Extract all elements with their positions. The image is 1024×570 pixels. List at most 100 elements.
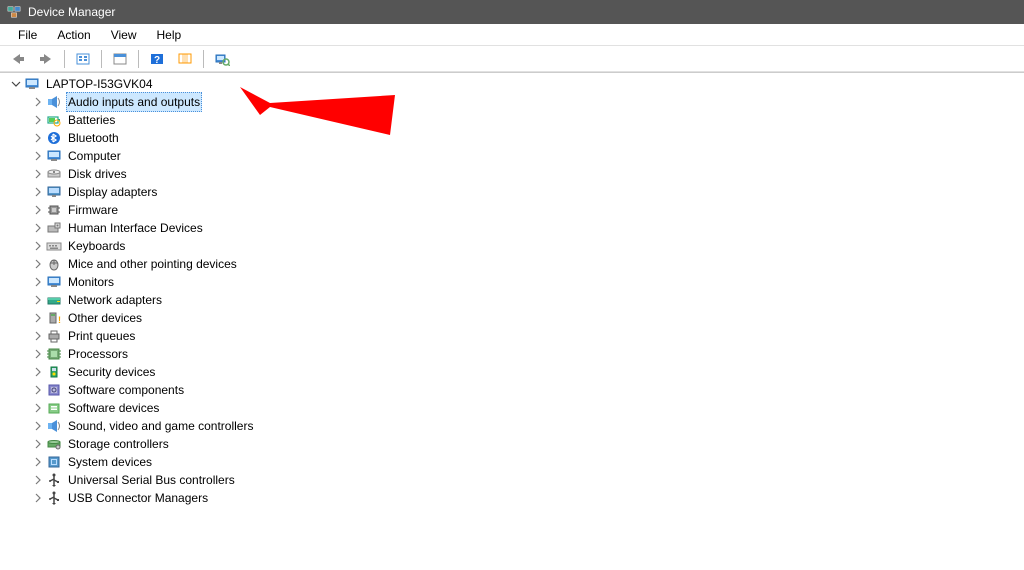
tree-item-label: Computer xyxy=(66,147,123,165)
expand-icon[interactable] xyxy=(30,130,46,146)
menu-action[interactable]: Action xyxy=(47,26,100,44)
tree-item-label: Firmware xyxy=(66,201,120,219)
tree-item-keyboards[interactable]: Keyboards xyxy=(0,237,1024,255)
cpu-icon xyxy=(46,346,62,362)
tree-item-network[interactable]: Network adapters xyxy=(0,291,1024,309)
tree-item-usbconn[interactable]: USB Connector Managers xyxy=(0,489,1024,507)
scan-button[interactable] xyxy=(210,48,234,70)
speaker-icon xyxy=(46,94,62,110)
expand-icon[interactable] xyxy=(30,310,46,326)
tree-item-storage[interactable]: Storage controllers xyxy=(0,435,1024,453)
expand-icon[interactable] xyxy=(30,418,46,434)
computer-icon xyxy=(24,76,40,92)
tree-item-label: Keyboards xyxy=(66,237,127,255)
tree-item-label: Audio inputs and outputs xyxy=(66,92,202,112)
tree-item-hid[interactable]: Human Interface Devices xyxy=(0,219,1024,237)
title-bar: Device Manager xyxy=(0,0,1024,24)
tree-item-swdev[interactable]: Software devices xyxy=(0,399,1024,417)
tree-item-label: Processors xyxy=(66,345,130,363)
expand-icon[interactable] xyxy=(30,112,46,128)
printer-icon xyxy=(46,328,62,344)
security-icon xyxy=(46,364,62,380)
tree-item-batteries[interactable]: Batteries xyxy=(0,111,1024,129)
tree-item-system[interactable]: System devices xyxy=(0,453,1024,471)
tree-item-sound[interactable]: Sound, video and game controllers xyxy=(0,417,1024,435)
mouse-icon xyxy=(46,256,62,272)
tree-item-label: Software devices xyxy=(66,399,161,417)
tree-item-label: Software components xyxy=(66,381,186,399)
expand-icon[interactable] xyxy=(30,94,46,110)
tree-item-display[interactable]: Display adapters xyxy=(0,183,1024,201)
toolbar-separator xyxy=(101,50,102,68)
tree-item-audio[interactable]: Audio inputs and outputs xyxy=(0,93,1024,111)
other-icon xyxy=(46,310,62,326)
expand-icon[interactable] xyxy=(30,328,46,344)
expand-icon[interactable] xyxy=(30,400,46,416)
tree-item-label: Storage controllers xyxy=(66,435,171,453)
bluetooth-icon xyxy=(46,130,62,146)
toolbar-separator xyxy=(138,50,139,68)
expand-icon[interactable] xyxy=(30,184,46,200)
display-settings-button[interactable] xyxy=(173,48,197,70)
expand-icon[interactable] xyxy=(30,166,46,182)
expand-icon[interactable] xyxy=(30,346,46,362)
expand-icon[interactable] xyxy=(30,292,46,308)
monitor-icon xyxy=(46,148,62,164)
tree-item-bluetooth[interactable]: Bluetooth xyxy=(0,129,1024,147)
root-label: LAPTOP-I53GVK04 xyxy=(44,75,155,93)
tree-item-print[interactable]: Print queues xyxy=(0,327,1024,345)
disk-icon xyxy=(46,166,62,182)
tree-item-swcomp[interactable]: Software components xyxy=(0,381,1024,399)
tree-item-monitors[interactable]: Monitors xyxy=(0,273,1024,291)
tree-item-label: Batteries xyxy=(66,111,117,129)
tree-item-usb[interactable]: Universal Serial Bus controllers xyxy=(0,471,1024,489)
expand-icon[interactable] xyxy=(30,202,46,218)
tree-item-security[interactable]: Security devices xyxy=(0,363,1024,381)
swdev-icon xyxy=(46,400,62,416)
tree-item-firmware[interactable]: Firmware xyxy=(0,201,1024,219)
properties-button[interactable] xyxy=(108,48,132,70)
collapse-icon[interactable] xyxy=(8,76,24,92)
tree-item-label: Security devices xyxy=(66,363,157,381)
device-tree[interactable]: LAPTOP-I53GVK04 Audio inputs and outputs… xyxy=(0,72,1024,570)
toolbar-separator xyxy=(64,50,65,68)
help-button[interactable]: ? xyxy=(145,48,169,70)
tree-item-other[interactable]: Other devices xyxy=(0,309,1024,327)
menu-help[interactable]: Help xyxy=(147,26,192,44)
tree-item-label: USB Connector Managers xyxy=(66,489,210,507)
expand-icon[interactable] xyxy=(30,148,46,164)
tree-item-label: Bluetooth xyxy=(66,129,121,147)
hid-icon xyxy=(46,220,62,236)
tree-item-label: Print queues xyxy=(66,327,137,345)
tree-item-label: Universal Serial Bus controllers xyxy=(66,471,237,489)
expand-icon[interactable] xyxy=(30,364,46,380)
tree-item-mice[interactable]: Mice and other pointing devices xyxy=(0,255,1024,273)
expand-icon[interactable] xyxy=(30,256,46,272)
system-icon xyxy=(46,454,62,470)
show-hidden-button[interactable] xyxy=(71,48,95,70)
expand-icon[interactable] xyxy=(30,220,46,236)
forward-button[interactable] xyxy=(34,48,58,70)
toolbar: ? xyxy=(0,46,1024,72)
tree-item-disk[interactable]: Disk drives xyxy=(0,165,1024,183)
chip-icon xyxy=(46,202,62,218)
storage-icon xyxy=(46,436,62,452)
menu-file[interactable]: File xyxy=(8,26,47,44)
expand-icon[interactable] xyxy=(30,472,46,488)
tree-root[interactable]: LAPTOP-I53GVK04 xyxy=(0,75,1024,93)
tree-item-label: Monitors xyxy=(66,273,116,291)
expand-icon[interactable] xyxy=(30,454,46,470)
tree-item-label: Mice and other pointing devices xyxy=(66,255,239,273)
expand-icon[interactable] xyxy=(30,436,46,452)
tree-item-label: Human Interface Devices xyxy=(66,219,205,237)
expand-icon[interactable] xyxy=(30,274,46,290)
tree-item-label: Sound, video and game controllers xyxy=(66,417,255,435)
menu-view[interactable]: View xyxy=(101,26,147,44)
expand-icon[interactable] xyxy=(30,490,46,506)
app-icon xyxy=(6,4,22,20)
back-button[interactable] xyxy=(6,48,30,70)
tree-item-processors[interactable]: Processors xyxy=(0,345,1024,363)
expand-icon[interactable] xyxy=(30,238,46,254)
expand-icon[interactable] xyxy=(30,382,46,398)
tree-item-computer[interactable]: Computer xyxy=(0,147,1024,165)
